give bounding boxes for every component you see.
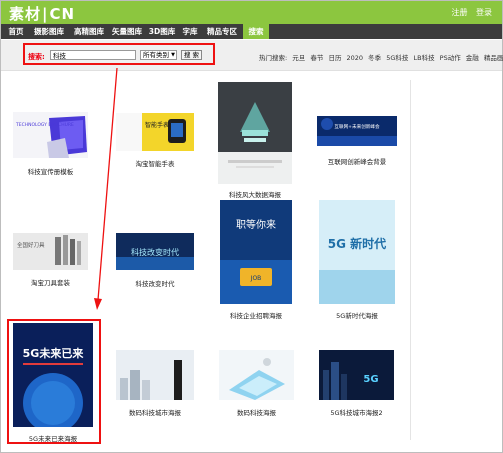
result-caption[interactable]: 数码科技城市海报 [116,407,194,417]
nav-3d[interactable]: 3D图库 [147,24,177,39]
nav-hd[interactable]: 高精图库 [71,24,107,39]
nav-home[interactable]: 首页 [5,24,27,39]
nav-photo[interactable]: 摄影图库 [31,24,67,39]
hot-term[interactable]: 2020 [347,54,364,62]
category-value: 所有类别 [143,51,169,59]
result-caption[interactable]: 5G未来已来海报 [13,433,93,443]
data-poster-image [218,82,292,184]
result-caption[interactable]: 科技改变时代 [116,278,194,288]
hot-searches: 热门搜索: 元旦 春节 日历 2020 冬季 5G科技 LB科技 PS动作 金融… [259,52,503,62]
thumb-text: 智能手表 [145,121,169,129]
thumb-text: 5G [363,374,378,385]
result-caption[interactable]: 5G科技城市海报2 [319,407,394,417]
search-input[interactable]: 科技 [50,50,136,60]
knife-set-image: 全国好刀具 [13,233,88,270]
5g-era-poster-image: 5G 新时代 [319,200,395,304]
thumb-text: 5G未来已来 [23,346,85,360]
result-thumbnail[interactable]: 5G未来已来 [13,323,93,427]
thumb-text: 互联网+未来创新峰会 [334,123,380,130]
result-caption[interactable]: 数码科技海报 [219,407,294,417]
nav-vector[interactable]: 矢量图库 [109,24,145,39]
result-caption[interactable]: 科技企业招聘海报 [218,310,294,320]
hot-term[interactable]: LB科技 [413,54,434,62]
chevron-down-icon: ▼ [171,52,175,58]
right-divider [410,80,411,440]
nav-premium[interactable]: 精品专区 [203,24,241,39]
hot-term[interactable]: 5G科技 [386,54,408,62]
account-links: 注册 登录 [445,7,492,18]
result-thumbnail[interactable] [116,350,194,400]
brochure-image: TECHNOLOGY BROCHURE [13,112,88,158]
login-link[interactable]: 登录 [476,8,492,17]
digital-tech-poster-image [219,350,294,400]
result-caption[interactable]: 互联网创新峰会背景 [317,156,397,166]
job-label: JOB [250,275,262,282]
search-button[interactable]: 搜 索 [181,50,202,60]
hot-term[interactable]: 春节 [310,54,323,62]
thumb-text: 职等你来 [236,218,276,231]
result-thumbnail[interactable]: 5G 新时代 [319,200,395,304]
result-thumbnail[interactable]: JOB 职等你来 [220,200,292,304]
hot-term[interactable]: 元旦 [292,54,305,62]
top-header: 素材|CN 注册 登录 [1,1,502,24]
result-thumbnail[interactable]: 科技改变时代 [116,233,194,270]
result-thumbnail[interactable]: 全国好刀具 [13,233,88,270]
result-caption[interactable]: 淘宝刀具套装 [13,277,88,287]
watch-image: 智能手表 [116,113,194,151]
result-thumbnail[interactable]: 互联网+未来创新峰会 [317,116,397,146]
5g-city-poster-image: 5G [319,350,394,400]
hot-term[interactable]: 冬季 [368,54,381,62]
result-thumbnail[interactable] [219,350,294,400]
5g-future-poster-image: 5G未来已来 [13,323,93,427]
thumb-text: 5G 新时代 [328,236,386,251]
thumb-text: 科技改变时代 [131,247,179,257]
logo-text: 素材 [9,5,42,23]
summit-banner-image: 互联网+未来创新峰会 [317,116,397,146]
logo-text-latin: CN [49,5,76,23]
result-caption[interactable]: 淘宝智能手表 [116,158,194,168]
site-logo[interactable]: 素材|CN [9,3,75,24]
hot-term[interactable]: 日历 [328,54,341,62]
result-thumbnail[interactable]: 5G [319,350,394,400]
city-poster-image [116,350,194,400]
search-label: 搜索: [28,53,45,61]
thumb-text: TECHNOLOGY BROCHURE [15,122,74,128]
register-link[interactable]: 注册 [451,8,467,17]
tech-era-image: 科技改变时代 [116,233,194,270]
result-thumbnail[interactable]: 智能手表 [116,113,194,151]
category-select[interactable]: 所有类别 ▼ [140,50,177,60]
result-caption[interactable]: 科技风大数据海报 [218,189,292,199]
result-thumbnail[interactable] [218,82,292,184]
nav-fonts[interactable]: 字库 [179,24,201,39]
recruit-poster-image: JOB 职等你来 [220,200,292,304]
thumb-text: 全国好刀具 [17,241,45,249]
result-caption[interactable]: 科技宣传册模板 [13,166,88,176]
main-nav: 首页 摄影图库 高精图库 矢量图库 3D图库 字库 精品专区 搜索 [1,24,502,39]
hot-term[interactable]: 精品画册 [484,54,503,62]
hot-term[interactable]: 金融 [466,54,479,62]
result-thumbnail[interactable]: TECHNOLOGY BROCHURE [13,112,88,158]
result-caption[interactable]: 5G新时代海报 [319,310,395,320]
nav-search[interactable]: 搜索 [243,24,269,39]
hot-term[interactable]: PS动作 [440,54,461,62]
hot-label: 热门搜索: [259,54,288,62]
logo-separator: | [42,5,49,23]
